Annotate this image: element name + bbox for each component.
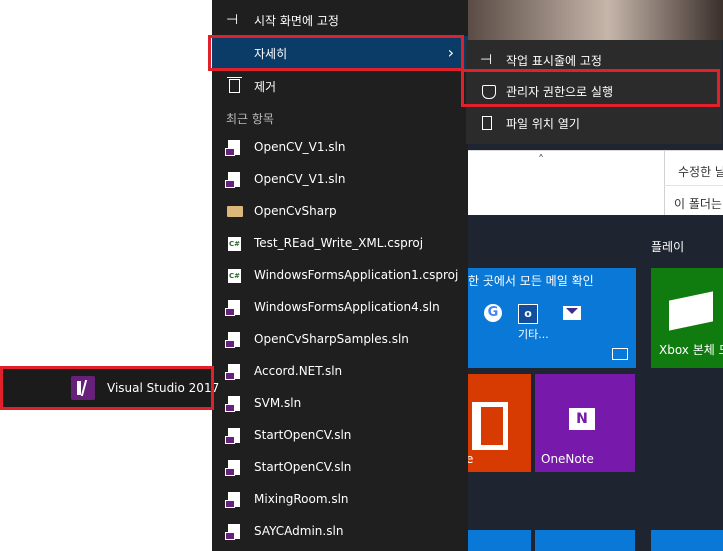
recent-item[interactable]: SAYCAdmin.sln xyxy=(212,516,468,548)
google-icon: G xyxy=(484,304,502,322)
vs-solution-icon xyxy=(225,524,240,540)
recent-items-header: 최근 항목 xyxy=(226,112,274,126)
jump-list-menu: ⊣ 시작 화면에 고정 자세히 › 제거 최근 항목 OpenCV_V1.sln… xyxy=(212,0,468,551)
office-logo-icon xyxy=(472,402,508,450)
tile-partial-2[interactable] xyxy=(535,530,635,551)
recent-item-label: OpenCV_V1.sln xyxy=(254,172,346,186)
recent-item-label: WindowsFormsApplication4.sln xyxy=(254,300,440,314)
tile-group-label-play: 플레이 xyxy=(651,240,685,254)
recent-item[interactable]: WindowsFormsApplication4.sln xyxy=(212,292,468,324)
more-submenu: ⊣ 작업 표시줄에 고정 관리자 권한으로 실행 파일 위치 열기 xyxy=(466,40,722,144)
pin-to-start-label: 시작 화면에 고정 xyxy=(254,14,339,28)
recent-item-label: OpenCV_V1.sln xyxy=(254,140,346,154)
vs-solution-icon xyxy=(225,460,240,476)
csharp-project-icon: C# xyxy=(228,269,241,283)
onenote-tile[interactable]: N OneNote xyxy=(535,374,635,472)
recent-item[interactable]: StartOpenCV.sln xyxy=(212,452,468,484)
recent-item-label: Test_REad_Write_XML.csproj xyxy=(254,236,424,250)
recent-item-label: Accord.NET.sln xyxy=(254,364,343,378)
recent-item[interactable]: SVM.sln xyxy=(212,388,468,420)
vs-solution-icon xyxy=(225,492,240,508)
open-file-location-label: 파일 위치 열기 xyxy=(506,117,580,131)
recent-item-label: SVM.sln xyxy=(254,396,302,410)
remove-item[interactable]: 제거 xyxy=(212,70,468,102)
onenote-tile-label: OneNote xyxy=(541,452,594,466)
recent-item-label: StartOpenCV.sln xyxy=(254,428,352,442)
recent-item-label: SAYCAdmin.sln xyxy=(254,524,344,538)
row-divider xyxy=(664,185,723,186)
recent-item[interactable]: MixingRoom.sln xyxy=(212,484,468,516)
recent-item[interactable]: StartOpenCV.sln xyxy=(212,420,468,452)
chevron-right-icon: › xyxy=(447,43,454,62)
vs-solution-icon xyxy=(225,172,240,188)
pin-to-taskbar-label: 작업 표시줄에 고정 xyxy=(506,54,602,68)
mail-tile-more: 기타... xyxy=(518,328,549,341)
empty-folder-text: 이 폴더는 xyxy=(674,197,722,211)
tile-partial-3[interactable] xyxy=(651,530,723,551)
background-photo xyxy=(468,0,723,40)
mail-icon xyxy=(612,348,628,360)
recent-item-label: OpenCvSharpSamples.sln xyxy=(254,332,409,346)
pin-icon: ⊣ xyxy=(226,12,239,28)
vs-solution-icon xyxy=(225,300,240,316)
onenote-icon: N xyxy=(569,408,595,430)
recent-item[interactable]: C# WindowsFormsApplication1.csproj xyxy=(212,260,468,292)
recent-item-label: OpenCvSharp xyxy=(254,204,337,218)
vs-solution-icon xyxy=(225,396,240,412)
office-tile[interactable]: e xyxy=(468,374,531,472)
outlook-icon: o xyxy=(518,304,538,324)
recent-item[interactable]: Accord.NET.sln xyxy=(212,356,468,388)
open-file-location-item[interactable]: 파일 위치 열기 xyxy=(466,107,722,139)
more-item[interactable]: 자세히 › xyxy=(212,36,468,70)
xbox-tile[interactable]: Xbox 본체 도 xyxy=(651,268,723,368)
more-label: 자세히 xyxy=(254,47,288,61)
pin-to-start-item[interactable]: ⊣ 시작 화면에 고정 xyxy=(212,4,468,36)
background-explorer-window: ˄ 수정한 날 이 폴더는 xyxy=(468,150,723,215)
vs-solution-icon xyxy=(225,332,240,348)
trash-icon xyxy=(227,77,242,93)
recent-item-label: WindowsFormsApplication1.csproj xyxy=(254,268,459,282)
column-divider xyxy=(664,151,665,215)
run-as-admin-item[interactable]: 관리자 권한으로 실행 xyxy=(466,75,722,107)
recent-item[interactable]: OpenCvSharpSamples.sln xyxy=(212,324,468,356)
recent-item-label: MixingRoom.sln xyxy=(254,492,349,506)
folder-icon xyxy=(227,206,243,217)
office-tile-label: e xyxy=(468,452,474,466)
recent-item-label: StartOpenCV.sln xyxy=(254,460,352,474)
recent-item[interactable]: OpenCV_V1.sln xyxy=(212,164,468,196)
pin-to-taskbar-item[interactable]: ⊣ 작업 표시줄에 고정 xyxy=(466,44,722,76)
xbox-tile-label: Xbox 본체 도 xyxy=(659,343,723,357)
vs-solution-icon xyxy=(225,364,240,380)
visual-studio-icon xyxy=(71,376,95,400)
recent-item[interactable]: OpenCvSharp xyxy=(212,196,468,228)
recent-item[interactable]: C# Test_REad_Write_XML.csproj xyxy=(212,228,468,260)
mail-tile[interactable]: 한 곳에서 모든 메일 확인 G o 기타... xyxy=(468,268,636,368)
open-folder-icon xyxy=(482,116,492,130)
csharp-project-icon: C# xyxy=(228,237,241,251)
pin-icon: ⊣ xyxy=(480,52,493,68)
column-header-modified: 수정한 날 xyxy=(678,165,723,179)
visual-studio-app-entry[interactable]: Visual Studio 2017 xyxy=(3,368,219,408)
recent-item[interactable]: OpenCV_V1.sln xyxy=(212,132,468,164)
mail-tile-header: 한 곳에서 모든 메일 확인 xyxy=(468,274,594,288)
tile-partial-1[interactable] xyxy=(468,530,531,551)
xbox-console-icon xyxy=(669,291,713,331)
shield-icon xyxy=(482,85,496,99)
vs-solution-icon xyxy=(225,140,240,156)
app-entry-label: Visual Studio 2017 xyxy=(107,381,220,395)
chevron-up-icon: ˄ xyxy=(538,153,544,167)
vs-solution-icon xyxy=(225,428,240,444)
remove-label: 제거 xyxy=(254,80,277,94)
run-as-admin-label: 관리자 권한으로 실행 xyxy=(506,85,613,99)
yahoo-mail-icon xyxy=(563,306,581,320)
